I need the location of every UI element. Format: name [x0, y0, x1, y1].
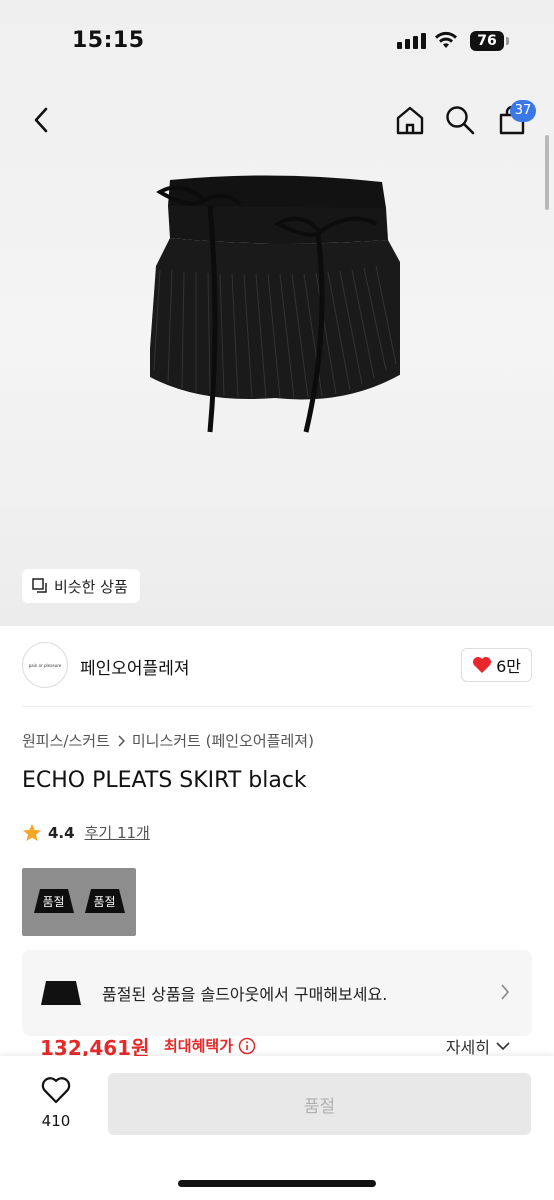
- wifi-icon: [435, 31, 457, 48]
- scrollbar[interactable]: [545, 135, 549, 210]
- brand-like-count: 6만: [496, 657, 521, 676]
- heart-icon: [473, 657, 492, 673]
- search-button[interactable]: [442, 102, 478, 138]
- benefit-text: 최대혜택가: [164, 1037, 234, 1055]
- divider: [22, 706, 532, 707]
- reviews-link[interactable]: 후기 11개: [85, 822, 150, 843]
- buy-button[interactable]: 품절: [108, 1073, 531, 1135]
- battery-indicator: 76: [470, 31, 504, 51]
- brand-name[interactable]: 페인오어플레져: [80, 654, 189, 679]
- option-thumbnail[interactable]: 품절: [32, 887, 76, 917]
- star-icon: [23, 823, 41, 841]
- battery-tip: [506, 37, 509, 45]
- breadcrumb-subcategory[interactable]: 미니스커트 (페인오어플레져): [132, 730, 314, 751]
- similar-icon: [32, 578, 47, 593]
- product-title: ECHO PLEATS SKIRT black: [22, 768, 307, 793]
- status-time: 15:15: [72, 28, 145, 53]
- product-rating: 4.4 후기 11개: [22, 822, 150, 843]
- info-icon: [238, 1037, 256, 1054]
- home-button[interactable]: [392, 102, 428, 138]
- similar-label: 비슷한 상품: [54, 577, 128, 596]
- home-indicator: [178, 1180, 376, 1187]
- back-button[interactable]: [24, 102, 58, 138]
- brand-logo[interactable]: pain or pleasure: [22, 642, 68, 688]
- breadcrumb-category[interactable]: 원피스/스커트: [22, 730, 110, 751]
- soldout-badge: 품절: [42, 895, 65, 909]
- breadcrumb: 원피스/스커트 미니스커트 (페인오어플레져): [22, 730, 314, 751]
- chevron-right-icon: [501, 984, 510, 1000]
- product-image[interactable]: [150, 170, 400, 440]
- option-thumbnails[interactable]: 품절 품절: [22, 868, 136, 936]
- soldout-message: 품절된 상품을 솔드아웃에서 구매해보세요.: [102, 985, 388, 1004]
- wishlist-count: 410: [41, 1112, 71, 1130]
- back-icon: [34, 107, 48, 133]
- max-benefit-label[interactable]: 최대혜택가: [164, 1035, 256, 1056]
- soldout-badge: 품절: [93, 895, 116, 909]
- skirt-mini-image: [41, 981, 81, 1005]
- brand-row: pain or pleasure 페인오어플레져 6만: [22, 642, 532, 690]
- signal-icon: [397, 33, 426, 49]
- soldout-banner[interactable]: 품절된 상품을 솔드아웃에서 구매해보세요.: [22, 950, 532, 1036]
- price-detail-button[interactable]: 자세히: [446, 1034, 510, 1058]
- search-icon: [446, 106, 475, 135]
- rating-score: 4.4: [48, 823, 75, 842]
- cart-count-badge: 37: [510, 100, 536, 122]
- product-hero: 15:15 76 37 비슷한 상품: [0, 0, 554, 626]
- home-icon: [396, 106, 424, 135]
- heart-outline-icon: [41, 1077, 71, 1104]
- detail-label: 자세히: [445, 1038, 490, 1057]
- bottom-action-bar: 410 품절: [0, 1056, 554, 1200]
- wishlist-button[interactable]: 410: [30, 1076, 82, 1130]
- chevron-down-icon: [496, 1042, 510, 1051]
- status-bar: 15:15 76: [0, 0, 554, 84]
- brand-like-button[interactable]: 6만: [461, 648, 532, 682]
- chevron-right-icon: [118, 734, 125, 747]
- similar-products-button[interactable]: 비슷한 상품: [22, 569, 140, 603]
- option-thumbnail[interactable]: 품절: [83, 887, 127, 917]
